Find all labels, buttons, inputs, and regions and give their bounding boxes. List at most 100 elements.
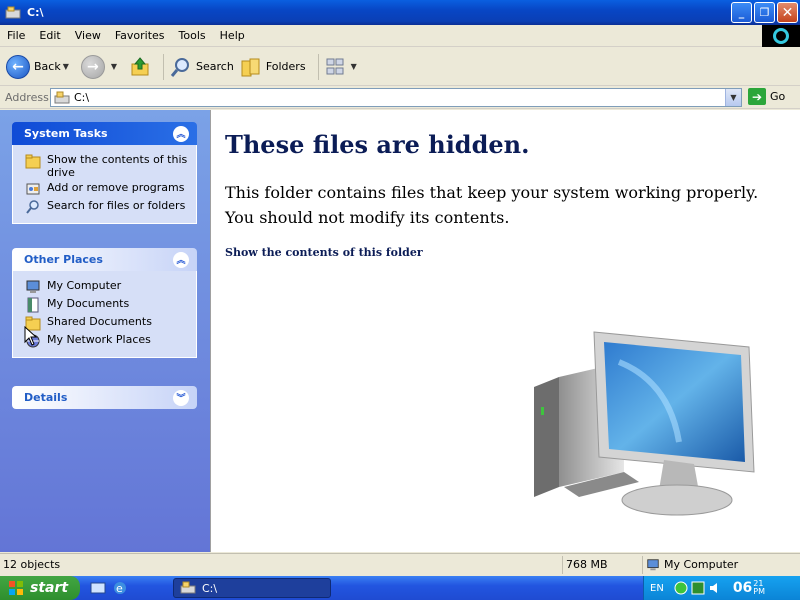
window-title: C:\ [27,6,44,19]
search-label: Search [196,60,234,73]
views-dropdown-icon: ▼ [350,62,357,71]
menu-help[interactable]: Help [213,29,252,42]
close-button[interactable]: ✕ [777,2,798,23]
windows-logo [762,25,800,47]
address-dropdown-icon[interactable]: ▼ [725,89,741,106]
place-label: My Computer [47,279,122,292]
address-value: C:\ [74,91,90,104]
documents-icon [27,297,39,313]
start-label: start [30,580,69,596]
taskbar: start e C:\ EN 06 21 PM [0,576,800,600]
status-location: My Computer [643,556,800,574]
taskbar-window-button[interactable]: C:\ [173,578,331,598]
place-label: My Documents [47,297,130,310]
quick-launch: e [90,580,128,596]
chevron-up-icon[interactable]: ︽ [173,251,189,268]
show-folder-contents-link[interactable]: Show the contents of this folder [225,246,423,259]
start-button[interactable]: start [0,576,80,600]
menu-bar: File Edit View Favorites Tools Help [0,25,800,47]
computer-illustration-icon [534,331,755,516]
menu-view[interactable]: View [68,29,108,42]
details-header[interactable]: Details ︾ [12,386,197,409]
status-location-label: My Computer [664,558,739,571]
programs-icon [26,183,40,195]
title-bar[interactable]: C:\ _ ❐ ✕ [0,0,800,25]
place-my-documents[interactable]: My Documents [25,297,196,313]
go-label: Go [770,90,786,103]
computer-icon [26,280,40,293]
minimize-button[interactable]: _ [731,2,752,23]
place-shared-documents[interactable]: Shared Documents [25,315,196,331]
folder-icon [25,154,41,169]
views-icon [326,58,344,74]
clock[interactable]: 06 21 PM [732,580,766,597]
drive-icon [180,581,196,594]
menu-tools[interactable]: Tools [172,29,213,42]
drive-icon [54,91,70,103]
forward-button[interactable]: → ▼ [80,54,123,79]
other-places-panel: Other Places ︽ My Computer My Documents [12,248,197,358]
other-places-title: Other Places [24,253,103,266]
security-icon[interactable] [691,581,705,595]
search-icon [26,200,39,214]
task-show-drive-contents[interactable]: Show the contents of this drive [25,153,196,179]
drive-icon [5,6,21,18]
hidden-files-heading: These files are hidden. [225,130,530,159]
views-button[interactable]: ▼ [325,57,363,77]
chevron-up-icon[interactable]: ︽ [173,125,189,142]
go-button[interactable]: ➔ Go [748,88,785,105]
computer-icon [647,558,659,570]
folders-button[interactable]: Folders [240,56,306,78]
address-input[interactable]: C:\ ▼ [50,88,742,107]
show-desktop-icon[interactable] [90,580,106,596]
clock-hour: 06 [732,580,753,596]
toolbar-separator [317,53,319,80]
other-places-header[interactable]: Other Places ︽ [12,248,197,271]
svg-text:e: e [116,582,123,595]
place-label: Shared Documents [47,315,152,328]
back-button[interactable]: ← Back ▼ [6,54,75,79]
system-tasks-header[interactable]: System Tasks ︽ [12,122,197,145]
toolbar-separator [163,53,165,80]
status-bar: 12 objects 768 MB My Computer [0,553,800,575]
menu-file[interactable]: File [0,29,32,42]
internet-explorer-icon[interactable]: e [112,580,128,596]
system-tasks-title: System Tasks [24,127,108,140]
toolbar: ← Back ▼ → ▼ Search Folders ▼ [0,48,800,86]
go-arrow-icon: ➔ [748,88,766,105]
forward-dropdown-icon[interactable]: ▼ [111,62,117,71]
task-pane: System Tasks ︽ Show the contents of this… [0,110,210,552]
maximize-button[interactable]: ❐ [754,2,775,23]
language-indicator[interactable]: EN [650,583,664,594]
task-search-files[interactable]: Search for files or folders [25,199,196,215]
system-tray: EN 06 21 PM [643,576,800,600]
address-label: Address [5,91,49,104]
forward-arrow-icon: → [80,54,105,79]
volume-icon[interactable] [708,581,722,595]
menu-favorites[interactable]: Favorites [108,29,172,42]
folders-icon [241,58,260,76]
task-label: Add or remove programs [47,181,185,194]
place-my-network-places[interactable]: My Network Places [25,333,196,349]
search-button[interactable]: Search [170,56,234,78]
back-label: Back [34,60,61,73]
back-arrow-icon: ← [6,54,30,79]
status-size: 768 MB [563,555,643,574]
place-label: My Network Places [47,333,151,346]
place-my-computer[interactable]: My Computer [25,279,196,295]
mouse-cursor-icon [24,326,38,346]
up-button[interactable] [129,56,151,78]
task-add-remove-programs[interactable]: Add or remove programs [25,181,196,197]
task-label: Search for files or folders [47,199,186,212]
details-panel: Details ︾ [12,386,197,409]
taskbar-window-label: C:\ [202,581,218,595]
clock-ampm: PM [753,587,766,596]
menu-edit[interactable]: Edit [32,29,67,42]
task-label: Show the contents of this drive [47,153,188,179]
content-area: These files are hidden. This folder cont… [210,110,800,552]
network-status-icon[interactable] [674,581,688,595]
back-dropdown-icon[interactable]: ▼ [63,62,69,71]
chevron-down-icon[interactable]: ︾ [173,389,189,406]
details-title: Details [24,391,68,404]
search-icon [170,57,190,77]
